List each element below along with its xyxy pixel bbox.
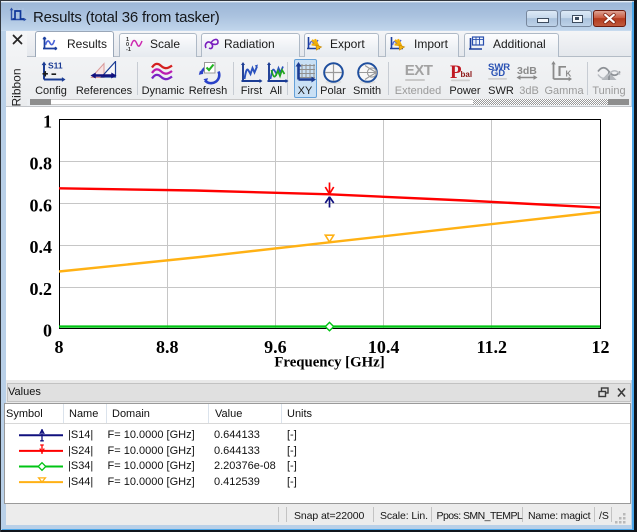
svg-text:GD: GD — [491, 68, 505, 79]
svg-text:12: 12 — [592, 337, 610, 357]
svg-text:1: 1 — [43, 112, 52, 132]
svg-text:0: 0 — [43, 321, 52, 341]
svg-text:11.2: 11.2 — [477, 337, 508, 357]
svg-text:3dB: 3dB — [517, 65, 537, 77]
svg-text:8.8: 8.8 — [156, 337, 179, 357]
svg-text:-1: -1 — [126, 47, 131, 52]
svg-text:Frequency [GHz]: Frequency [GHz] — [274, 355, 384, 371]
svg-text:EXT: EXT — [405, 63, 433, 79]
svg-text:0.2: 0.2 — [30, 279, 53, 299]
svg-text:bal: bal — [461, 70, 473, 79]
svg-text:0.6: 0.6 — [30, 195, 53, 215]
svg-text:0.8: 0.8 — [30, 154, 53, 174]
svg-text:0.4: 0.4 — [30, 237, 53, 257]
svg-text:8: 8 — [55, 337, 64, 357]
svg-text:K: K — [566, 70, 572, 79]
svg-text:S11: S11 — [48, 61, 63, 71]
